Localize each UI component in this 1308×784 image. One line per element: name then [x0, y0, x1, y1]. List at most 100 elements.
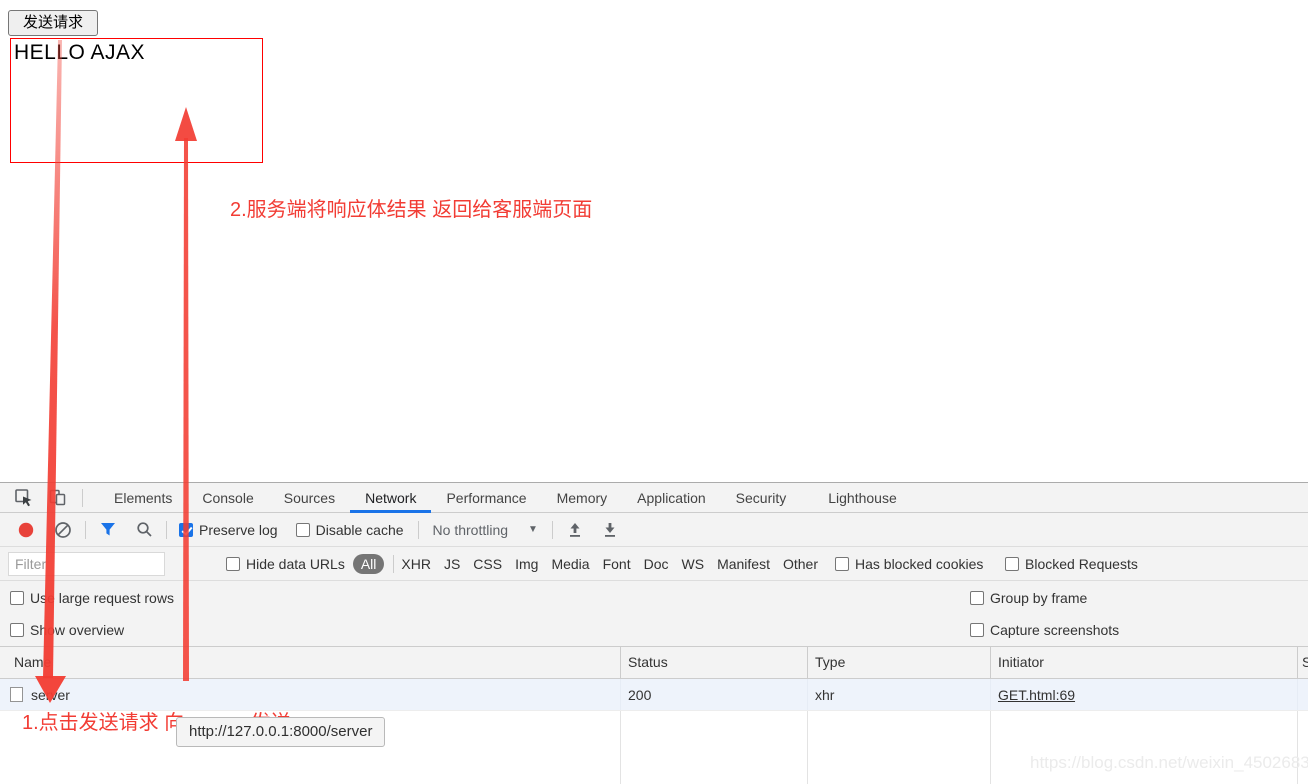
tab-lighthouse[interactable]: Lighthouse — [813, 483, 912, 513]
tab-performance[interactable]: Performance — [431, 483, 541, 513]
column-divider — [1297, 679, 1298, 710]
tab-memory[interactable]: Memory — [542, 483, 623, 513]
type-filter-manifest[interactable]: Manifest — [717, 556, 770, 572]
filter-input[interactable] — [8, 552, 165, 576]
use-large-request-rows-checkbox[interactable] — [10, 591, 24, 605]
network-filter-bar: Hide data URLs All XHR JS CSS Img Media … — [0, 547, 1308, 581]
request-initiator-link[interactable]: GET.html:69 — [998, 687, 1075, 703]
annotation-step-2: 2.服务端将响应体结果 返回给客服端页面 — [230, 193, 592, 222]
type-filter-all[interactable]: All — [353, 554, 385, 574]
export-har-icon[interactable] — [596, 516, 624, 544]
capture-screenshots-toggle[interactable]: Capture screenshots — [970, 622, 1119, 638]
clear-icon[interactable] — [49, 516, 77, 544]
url-tooltip: http://127.0.0.1:8000/server — [176, 717, 385, 747]
hide-data-urls-checkbox[interactable] — [226, 557, 240, 571]
tab-console[interactable]: Console — [187, 483, 268, 513]
toolbar-separator — [393, 555, 394, 573]
column-divider — [807, 711, 808, 784]
column-divider — [1297, 711, 1298, 784]
request-status: 200 — [628, 687, 651, 703]
column-header-size[interactable]: Size — [1302, 654, 1308, 670]
watermark-text: https://blog.csdn.net/weixin_45026839 — [1030, 753, 1308, 773]
hide-data-urls-label: Hide data URLs — [246, 556, 345, 572]
devtools-tabbar: Elements Console Sources Network Perform… — [0, 483, 1308, 513]
tab-sources[interactable]: Sources — [269, 483, 350, 513]
type-filter-img[interactable]: Img — [515, 556, 538, 572]
toolbar-separator — [85, 521, 86, 539]
tab-application[interactable]: Application — [622, 483, 721, 513]
column-divider — [990, 679, 991, 710]
throttling-select[interactable]: No throttling ▼ — [433, 522, 538, 538]
type-filter-ws[interactable]: WS — [682, 556, 705, 572]
toolbar-separator — [82, 489, 83, 507]
type-filter-media[interactable]: Media — [551, 556, 589, 572]
tab-network[interactable]: Network — [350, 483, 431, 513]
document-icon — [10, 687, 23, 702]
type-filter-xhr[interactable]: XHR — [401, 556, 431, 572]
throttling-value: No throttling — [433, 522, 508, 538]
group-by-frame-checkbox[interactable] — [970, 591, 984, 605]
column-divider — [620, 679, 621, 710]
ajax-response-text: HELLO AJAX — [14, 41, 145, 65]
group-by-frame-toggle[interactable]: Group by frame — [970, 590, 1087, 606]
capture-screenshots-checkbox[interactable] — [970, 623, 984, 637]
type-filter-js[interactable]: JS — [444, 556, 460, 572]
network-toolbar: Preserve log Disable cache No throttling… — [0, 513, 1308, 547]
disable-cache-toggle[interactable]: Disable cache — [296, 522, 404, 538]
send-request-button[interactable]: 发送请求 — [8, 10, 98, 36]
device-toolbar-icon[interactable] — [40, 484, 74, 512]
disable-cache-label: Disable cache — [316, 522, 404, 538]
column-divider — [990, 711, 991, 784]
type-filter-list: XHR JS CSS Img Media Font Doc WS Manifes… — [401, 556, 818, 572]
column-divider[interactable] — [990, 647, 991, 678]
blocked-requests-checkbox[interactable] — [1005, 557, 1019, 571]
column-divider[interactable] — [807, 647, 808, 678]
ajax-result-box: HELLO AJAX — [10, 38, 263, 163]
filter-funnel-icon[interactable] — [94, 516, 122, 544]
toolbar-separator — [418, 521, 419, 539]
import-har-icon[interactable] — [561, 516, 589, 544]
type-filter-font[interactable]: Font — [603, 556, 631, 572]
capture-screenshots-label: Capture screenshots — [990, 622, 1119, 638]
chevron-down-icon: ▼ — [528, 524, 538, 535]
type-filter-css[interactable]: CSS — [473, 556, 502, 572]
column-divider — [807, 679, 808, 710]
column-divider[interactable] — [1297, 647, 1298, 678]
use-large-request-rows-toggle[interactable]: Use large request rows — [10, 590, 174, 606]
show-overview-toggle[interactable]: Show overview — [10, 622, 124, 638]
blocked-requests-label: Blocked Requests — [1025, 556, 1138, 572]
toolbar-separator — [552, 521, 553, 539]
column-divider[interactable] — [620, 647, 621, 678]
search-icon[interactable] — [130, 516, 158, 544]
use-large-request-rows-label: Use large request rows — [30, 590, 174, 606]
inspect-element-icon[interactable] — [6, 484, 40, 512]
requests-table-header: Name Status Type Initiator Size — [0, 647, 1308, 679]
type-filter-other[interactable]: Other — [783, 556, 818, 572]
column-header-name[interactable]: Name — [14, 654, 51, 670]
record-icon[interactable] — [12, 516, 40, 544]
tab-security[interactable]: Security — [721, 483, 802, 513]
has-blocked-cookies-checkbox[interactable] — [835, 557, 849, 571]
column-header-initiator[interactable]: Initiator — [998, 654, 1044, 670]
toolbar-separator — [166, 521, 167, 539]
preserve-log-toggle[interactable]: Preserve log — [179, 522, 278, 538]
column-header-type[interactable]: Type — [815, 654, 845, 670]
blocked-requests-toggle[interactable]: Blocked Requests — [1005, 556, 1138, 572]
has-blocked-cookies-label: Has blocked cookies — [855, 556, 983, 572]
has-blocked-cookies-toggle[interactable]: Has blocked cookies — [835, 556, 983, 572]
preserve-log-label: Preserve log — [199, 522, 278, 538]
show-overview-label: Show overview — [30, 622, 124, 638]
network-options-row-2: Show overview Capture screenshots — [0, 613, 1308, 647]
column-divider — [620, 711, 621, 784]
preserve-log-checkbox[interactable] — [179, 523, 193, 537]
request-name: server — [31, 687, 70, 703]
tab-elements[interactable]: Elements — [99, 483, 187, 513]
hide-data-urls-toggle[interactable]: Hide data URLs — [226, 556, 345, 572]
column-header-status[interactable]: Status — [628, 654, 668, 670]
group-by-frame-label: Group by frame — [990, 590, 1087, 606]
type-filter-doc[interactable]: Doc — [644, 556, 669, 572]
show-overview-checkbox[interactable] — [10, 623, 24, 637]
network-options-row-1: Use large request rows Group by frame — [0, 581, 1308, 613]
disable-cache-checkbox[interactable] — [296, 523, 310, 537]
request-type: xhr — [815, 687, 834, 703]
